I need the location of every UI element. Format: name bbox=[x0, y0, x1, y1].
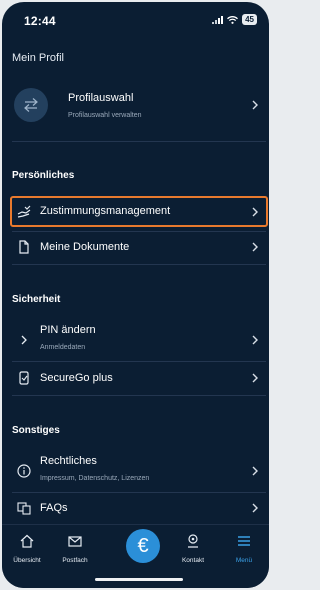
chevron-right-icon bbox=[252, 466, 258, 476]
document-icon bbox=[19, 240, 29, 254]
tab-contact[interactable]: Kontakt bbox=[168, 533, 218, 564]
info-icon bbox=[17, 464, 31, 478]
chevron-right-icon bbox=[252, 242, 258, 252]
menu-item-sub: Anmeldedaten bbox=[40, 344, 86, 351]
divider bbox=[12, 141, 266, 142]
status-bar: 12:44 45 bbox=[2, 2, 269, 38]
profile-avatar bbox=[14, 88, 48, 122]
status-icons: 45 bbox=[212, 14, 257, 25]
tab-label: Menü bbox=[235, 557, 253, 564]
status-time: 12:44 bbox=[24, 14, 56, 28]
tab-mailbox[interactable]: Postfach bbox=[50, 533, 100, 564]
menu-item-label: SecureGo plus bbox=[40, 372, 113, 384]
chevron-right-icon bbox=[252, 207, 258, 216]
tab-overview[interactable]: Übersicht bbox=[2, 533, 52, 564]
divider bbox=[12, 492, 266, 493]
menu-item-documents[interactable]: Meine Dokumente bbox=[12, 233, 266, 261]
divider bbox=[12, 395, 266, 396]
faq-icon bbox=[17, 502, 31, 515]
divider bbox=[12, 264, 266, 265]
secure-phone-icon bbox=[19, 371, 29, 385]
menu-item-consent-management[interactable]: Zustimmungsmanagement bbox=[12, 198, 266, 225]
menu-item-label: Meine Dokumente bbox=[40, 241, 130, 253]
menu-item-label: FAQs bbox=[40, 502, 68, 514]
chevron-right-icon bbox=[252, 335, 258, 345]
menu-item-legal[interactable]: Rechtliches Impressum, Datenschutz, Lize… bbox=[12, 451, 266, 491]
menu-item-faqs[interactable]: FAQs bbox=[12, 494, 266, 522]
profile-selection-row[interactable]: Profilauswahl Profilauswahl verwalten bbox=[12, 82, 266, 128]
menu-item-label: Rechtliches bbox=[40, 455, 97, 467]
home-indicator[interactable] bbox=[95, 578, 183, 581]
divider bbox=[12, 361, 266, 362]
tab-label: Kontakt bbox=[181, 557, 205, 564]
tab-menu[interactable]: Menü bbox=[219, 533, 269, 564]
divider bbox=[12, 231, 266, 232]
tab-label: Postfach bbox=[62, 557, 88, 564]
section-title-personal: Persönliches bbox=[12, 170, 75, 181]
signal-icon bbox=[212, 15, 224, 24]
section-title-other: Sonstiges bbox=[12, 425, 60, 436]
menu-item-securego[interactable]: SecureGo plus bbox=[12, 363, 266, 393]
battery-indicator: 45 bbox=[242, 14, 257, 25]
tab-label: Übersicht bbox=[13, 557, 41, 564]
section-title-security: Sicherheit bbox=[12, 294, 61, 305]
wifi-icon bbox=[227, 15, 239, 24]
menu-item-label: PIN ändern bbox=[40, 324, 96, 336]
page-title: Mein Profil bbox=[12, 52, 64, 64]
menu-item-sub: Impressum, Datenschutz, Lizenzen bbox=[40, 475, 150, 482]
menu-item-label: Zustimmungsmanagement bbox=[40, 205, 171, 217]
mail-icon bbox=[68, 536, 82, 547]
euro-button[interactable]: € bbox=[126, 529, 160, 563]
chevron-right-icon bbox=[252, 373, 258, 383]
home-icon bbox=[20, 534, 34, 548]
phone-screen: 12:44 45 Mein Profil Profilauswahl Profi… bbox=[2, 2, 269, 588]
swap-arrows-icon bbox=[24, 98, 38, 112]
menu-icon bbox=[238, 536, 250, 546]
euro-icon: € bbox=[137, 534, 149, 557]
profile-sub: Profilauswahl verwalten bbox=[68, 112, 142, 119]
contact-icon bbox=[188, 534, 198, 548]
profile-label: Profilauswahl bbox=[68, 92, 134, 104]
consent-hand-icon bbox=[17, 205, 31, 218]
chevron-right-icon bbox=[21, 335, 27, 345]
chevron-right-icon bbox=[252, 503, 258, 513]
menu-item-change-pin[interactable]: PIN ändern Anmeldedaten bbox=[12, 320, 266, 360]
chevron-right-icon bbox=[252, 100, 258, 110]
